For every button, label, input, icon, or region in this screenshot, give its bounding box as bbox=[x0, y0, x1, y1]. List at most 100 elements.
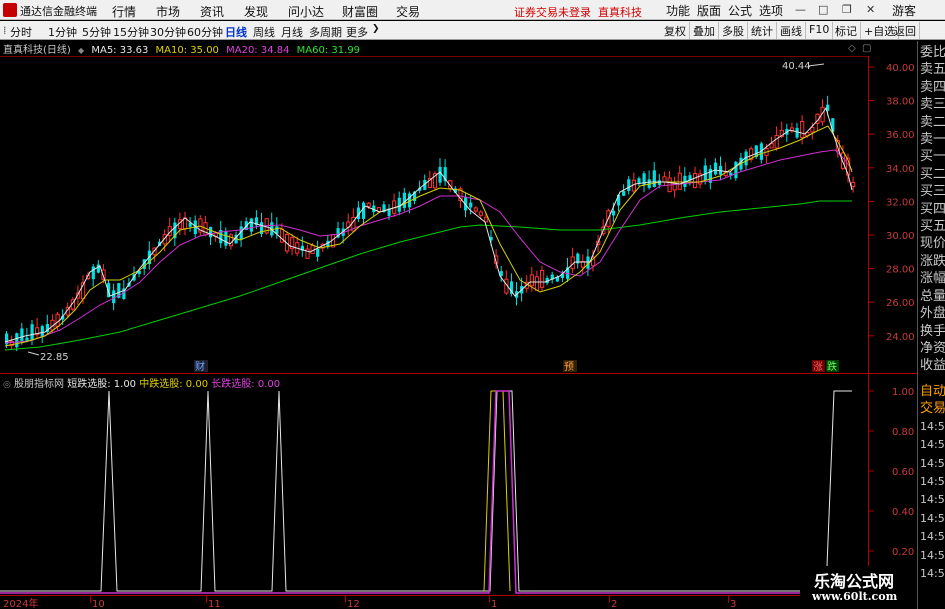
tab-fenshi[interactable]: 分时 bbox=[10, 24, 32, 40]
tab-daily[interactable]: 日线 bbox=[225, 24, 247, 40]
btn-f10[interactable]: F10 bbox=[806, 22, 834, 39]
btn-biaoji[interactable]: 标记 bbox=[832, 22, 861, 39]
menu-item-shichang[interactable]: 市场 bbox=[156, 3, 180, 20]
stock-title[interactable]: 直真科技(日线) bbox=[3, 45, 71, 56]
menu-item-hangqing[interactable]: 行情 bbox=[112, 3, 136, 20]
candle-body bbox=[473, 207, 478, 212]
btn-duogu[interactable]: 多股 bbox=[719, 22, 748, 39]
candle-body bbox=[91, 266, 95, 280]
candle-body bbox=[469, 202, 473, 208]
tab-30min[interactable]: 30分钟 bbox=[150, 24, 186, 40]
candle-body bbox=[112, 290, 116, 304]
menu-item-faxian[interactable]: 发现 bbox=[244, 3, 268, 20]
tab-15min[interactable]: 15分钟 bbox=[113, 24, 149, 40]
menu-item-caifuquan[interactable]: 财富圈 bbox=[342, 3, 378, 20]
btn-fuquan[interactable]: 复权 bbox=[661, 22, 690, 39]
candle-body bbox=[478, 211, 483, 216]
menu-item-xuanxiang[interactable]: 选项 bbox=[759, 2, 783, 19]
ma-settings-icon[interactable]: ◆ bbox=[78, 46, 84, 55]
auto-trade-label: 交易 bbox=[920, 401, 945, 417]
candle-body bbox=[693, 173, 698, 188]
tab-1min[interactable]: 1分钟 bbox=[48, 24, 77, 40]
quote-field-label[interactable]: 涨幅 bbox=[918, 270, 945, 287]
menu-item-banmian[interactable]: 版面 bbox=[697, 2, 721, 19]
quote-field-label[interactable]: 外盘 bbox=[918, 305, 945, 322]
maximize-icon[interactable]: □ bbox=[818, 3, 828, 16]
chart-expand-icon[interactable]: ▢ bbox=[862, 43, 871, 54]
close-icon[interactable]: ✕ bbox=[866, 3, 875, 16]
login-notice[interactable]: 证券交易未登录 直真科技 bbox=[514, 4, 642, 20]
event-marker-die[interactable]: 跌 bbox=[827, 360, 837, 373]
indicator-settings-icon[interactable]: ◎ bbox=[3, 380, 11, 390]
quote-field-label[interactable]: 现价 bbox=[918, 235, 945, 252]
tab-more[interactable]: 更多 bbox=[346, 24, 368, 40]
restore-icon[interactable]: ❐ bbox=[842, 3, 852, 16]
period-toolbar: ⁞ 分时 1分钟 5分钟 15分钟 30分钟 60分钟 日线 周线 月线 多周期… bbox=[0, 21, 945, 40]
indicator-tick: 1.00 bbox=[892, 387, 914, 398]
quote-field-label[interactable]: 买五 bbox=[918, 218, 945, 235]
quote-field-label[interactable]: 卖四 bbox=[918, 79, 945, 96]
candle-body bbox=[55, 313, 60, 327]
tab-60min[interactable]: 60分钟 bbox=[187, 24, 223, 40]
long-drop-signal-line bbox=[0, 390, 868, 594]
tick-time: 14:56 bbox=[920, 419, 945, 433]
date-label: 10 bbox=[92, 599, 105, 609]
tick-time: 14:56 bbox=[920, 456, 945, 470]
quote-field-label[interactable]: 卖三 bbox=[918, 96, 945, 113]
quote-fields: 委比 卖五 卖四 卖三 卖二 卖一 买一 买二 买三 买四 买五 现价 涨跌 涨幅 总量 外盘 换手 净资 收益 bbox=[918, 44, 945, 375]
price-tick: 30.00 bbox=[886, 231, 915, 242]
quote-field-label[interactable]: 委比 bbox=[918, 44, 945, 61]
event-marker-cai[interactable]: 财 bbox=[195, 360, 205, 373]
btn-diejia[interactable]: 叠加 bbox=[690, 22, 719, 39]
menu-item-gongneng[interactable]: 功能 bbox=[666, 2, 690, 19]
chart-collapse-icon[interactable]: ◇ bbox=[848, 43, 856, 54]
price-tick: 28.00 bbox=[886, 265, 915, 276]
quote-field-label[interactable]: 卖五 bbox=[918, 61, 945, 78]
candlestick-series[interactable] bbox=[5, 95, 856, 352]
event-marker-yu[interactable]: 预 bbox=[564, 361, 574, 373]
more-dropdown-icon[interactable]: ❯ bbox=[372, 24, 380, 34]
menu-item-wenxiaoda[interactable]: 问小达 bbox=[288, 3, 324, 20]
quote-field-label[interactable]: 卖一 bbox=[918, 131, 945, 148]
candle-body bbox=[249, 218, 253, 232]
candle-body bbox=[438, 166, 442, 183]
guest-label[interactable]: 游客 bbox=[892, 2, 916, 19]
tab-monthly[interactable]: 月线 bbox=[281, 24, 303, 40]
quote-field-label[interactable]: 净资 bbox=[918, 340, 945, 357]
price-tick: 32.00 bbox=[886, 197, 915, 208]
btn-back[interactable]: 返回 bbox=[891, 22, 920, 39]
quote-field-label[interactable]: 换手 bbox=[918, 323, 945, 340]
menu-item-gongshi[interactable]: 公式 bbox=[728, 2, 752, 19]
tab-multi-period[interactable]: 多周期 bbox=[309, 24, 342, 40]
candle-body bbox=[611, 210, 616, 216]
indicator-name[interactable]: 股朋指标网 bbox=[14, 379, 64, 390]
price-tick: 40.00 bbox=[886, 63, 915, 74]
candle-body bbox=[40, 326, 44, 337]
candle-body bbox=[316, 248, 320, 257]
quote-field-label[interactable]: 买三 bbox=[918, 183, 945, 200]
candle-body bbox=[637, 178, 641, 183]
minimize-icon[interactable]: — bbox=[795, 3, 806, 16]
ma-info-bar: 直真科技(日线) ◆ MA5: 33.63 MA10: 35.00 MA20: … bbox=[3, 41, 364, 56]
quote-field-label[interactable]: 涨跌 bbox=[918, 253, 945, 270]
mid-drop-signal-line bbox=[483, 390, 511, 592]
indicator-tick: 0.20 bbox=[892, 547, 914, 558]
quote-field-label[interactable]: 买二 bbox=[918, 166, 945, 183]
tab-weekly[interactable]: 周线 bbox=[253, 24, 275, 40]
candle-body bbox=[795, 127, 799, 138]
tab-5min[interactable]: 5分钟 bbox=[82, 24, 111, 40]
watermark-url: www.60lt.com bbox=[812, 590, 898, 603]
tick-time: 14:56 bbox=[920, 567, 945, 581]
quote-field-label[interactable]: 卖二 bbox=[918, 114, 945, 131]
quote-field-label[interactable]: 买一 bbox=[918, 148, 945, 165]
quote-field-label[interactable]: 买四 bbox=[918, 201, 945, 218]
btn-huaxian[interactable]: 画线 bbox=[777, 22, 806, 39]
event-marker-zhang[interactable]: 涨 bbox=[813, 361, 823, 373]
menu-item-jiaoyi[interactable]: 交易 bbox=[396, 3, 420, 20]
price-tick: 36.00 bbox=[886, 130, 915, 141]
menu-item-zixun[interactable]: 资讯 bbox=[200, 3, 224, 20]
btn-tongji[interactable]: 统计 bbox=[748, 22, 777, 39]
quote-field-label[interactable]: 收益 bbox=[918, 357, 945, 374]
quote-field-label[interactable]: 总量 bbox=[918, 288, 945, 305]
price-tick: 26.00 bbox=[886, 298, 915, 309]
